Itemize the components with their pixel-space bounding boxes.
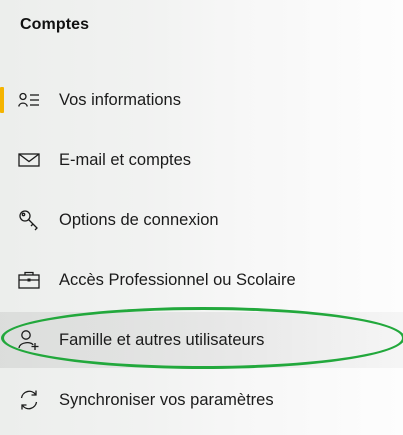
nav-item-vos-informations[interactable]: Vos informations — [0, 72, 403, 128]
nav-item-options-connexion[interactable]: Options de connexion — [0, 192, 403, 248]
nav-item-label: Famille et autres utilisateurs — [59, 330, 265, 349]
nav-item-label: Options de connexion — [59, 210, 219, 229]
person-list-icon — [16, 87, 42, 113]
key-icon — [16, 207, 42, 233]
nav-item-label: Vos informations — [59, 90, 181, 109]
add-person-icon — [16, 327, 42, 353]
nav-item-famille-utilisateurs[interactable]: Famille et autres utilisateurs — [0, 312, 403, 368]
nav-item-synchroniser[interactable]: Synchroniser vos paramètres — [0, 372, 403, 428]
briefcase-icon — [16, 267, 42, 293]
nav-item-acces-professionnel[interactable]: Accès Professionnel ou Scolaire — [0, 252, 403, 308]
nav-item-email-comptes[interactable]: E-mail et comptes — [0, 132, 403, 188]
nav-item-label: E-mail et comptes — [59, 150, 192, 169]
mail-icon — [16, 147, 42, 173]
selection-indicator — [0, 87, 4, 113]
section-title: Comptes — [20, 16, 90, 33]
nav-item-label: Synchroniser vos paramètres — [59, 390, 274, 409]
sync-icon — [16, 387, 42, 413]
nav-item-label: Accès Professionnel ou Scolaire — [59, 270, 296, 289]
